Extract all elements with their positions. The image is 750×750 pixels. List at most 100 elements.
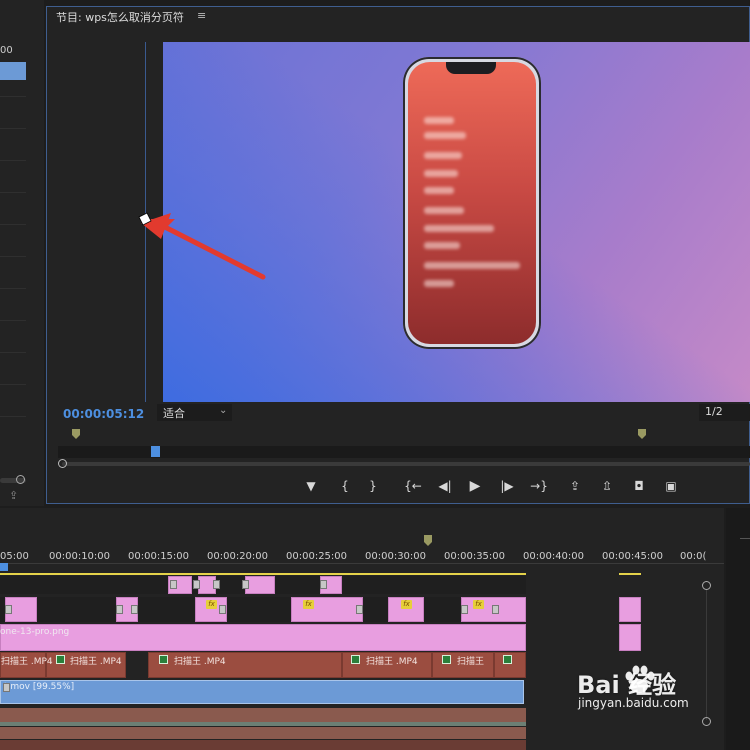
panel-zoom-handle[interactable] — [16, 475, 25, 484]
clip-fx-icon — [3, 683, 10, 692]
clip-fx-icon — [242, 580, 249, 589]
mark-out-button[interactable]: } — [364, 478, 382, 494]
clip-name: 扫描王 .MP4 — [70, 657, 122, 667]
clip-fx-icon — [5, 605, 12, 614]
clip-name: t.mov [99.55%] — [4, 682, 75, 692]
work-area-bar[interactable] — [619, 573, 641, 575]
ruler-label: 00:00:15:00 — [128, 551, 190, 562]
paw-icon — [625, 665, 655, 693]
row-divider — [0, 416, 26, 417]
vertical-scroll-handle[interactable] — [702, 581, 711, 590]
play-button[interactable]: ▶ — [466, 478, 484, 494]
monitor-time-ruler[interactable] — [58, 446, 750, 458]
blurred-text — [424, 117, 454, 124]
camera-icon: ◘ — [634, 479, 644, 493]
row-divider — [0, 224, 26, 225]
fx-badge-icon: fx — [206, 600, 217, 609]
watermark-url: jingyan.baidu.com — [578, 696, 689, 710]
program-monitor-title[interactable]: 节目: wps怎么取消分页符 — [56, 9, 184, 25]
vertical-scroll-handle[interactable] — [702, 717, 711, 726]
marker-icon[interactable] — [637, 428, 647, 440]
clip-fx-icon — [320, 580, 327, 589]
row-divider — [0, 320, 26, 321]
arrow-shaft — [154, 220, 266, 280]
mark-out-icon: } — [369, 479, 377, 493]
playhead[interactable] — [151, 446, 160, 457]
zoom-scrollbar-handle[interactable] — [58, 459, 67, 468]
clip-fx-icon — [219, 605, 226, 614]
lift-button[interactable]: ⇪ — [566, 478, 584, 494]
go-to-out-icon: →} — [530, 479, 548, 493]
clip-type-icon — [351, 655, 360, 664]
row-divider — [0, 256, 26, 257]
clip-type-icon — [56, 655, 65, 664]
play-icon: ▶ — [469, 478, 481, 494]
chevron-down-icon: ⌄ — [219, 405, 228, 416]
mov-clip[interactable] — [0, 680, 524, 704]
row-divider — [0, 288, 26, 289]
blurred-text — [424, 152, 462, 159]
phone-notch — [446, 62, 496, 74]
pink-clip[interactable] — [619, 597, 641, 622]
pink-clip[interactable] — [245, 576, 275, 594]
clip-fx-icon — [116, 605, 123, 614]
export-frame-button[interactable]: ◘ — [630, 478, 648, 494]
mark-in-button[interactable]: { — [336, 478, 354, 494]
pink-clip[interactable] — [291, 597, 363, 622]
audio-clip[interactable] — [0, 727, 526, 739]
clip-fx-icon — [492, 605, 499, 614]
audio-clip[interactable] — [0, 708, 526, 722]
go-to-out-button[interactable]: →} — [530, 478, 548, 494]
row-divider — [0, 160, 26, 161]
monitor-zoom-scrollbar[interactable] — [62, 462, 750, 466]
project-panel: 00 ⇪ — [0, 0, 44, 506]
ruler-label: 00:00:40:00 — [523, 551, 585, 562]
fx-badge-icon: fx — [303, 600, 314, 609]
work-area-bar[interactable] — [0, 573, 526, 575]
clip-fx-icon — [170, 580, 177, 589]
annotation-arrow-icon — [138, 212, 266, 280]
ruler-label: 05:00 — [0, 551, 29, 562]
add-marker-button[interactable]: ▼ — [302, 478, 320, 494]
marker-icon[interactable] — [71, 428, 81, 440]
timeline-playhead[interactable] — [0, 563, 8, 571]
selected-item-highlight[interactable] — [0, 62, 26, 80]
timeline-marker-icon[interactable] — [423, 534, 433, 547]
row-divider — [0, 128, 26, 129]
audio-clip[interactable] — [0, 722, 526, 726]
time-ruler-baseline — [0, 563, 724, 564]
comparison-view-button[interactable]: ▣ — [662, 478, 680, 494]
playback-resolution-select[interactable]: 1/2 — [699, 404, 750, 421]
clip-name: 扫描王 — [457, 657, 485, 667]
ruler-label: 00:00:25:00 — [286, 551, 348, 562]
clip-fx-icon — [131, 605, 138, 614]
step-back-button[interactable]: ◀| — [436, 478, 454, 494]
blurred-text — [424, 207, 464, 214]
ruler-label: 00:0( — [680, 551, 707, 562]
row-divider — [0, 352, 26, 353]
new-item-icon[interactable]: ⇪ — [9, 489, 18, 502]
step-back-icon: ◀| — [438, 479, 452, 493]
blurred-text — [424, 170, 458, 177]
clip-name: 扫描王 .MP4 — [1, 657, 53, 667]
blurred-text — [424, 242, 460, 249]
audio-meter-panel — [726, 508, 750, 750]
playhead-timecode[interactable]: 00:00:05:12 — [63, 407, 144, 421]
clip-type-icon — [159, 655, 168, 664]
ruler-label: 00:00:45:00 — [602, 551, 664, 562]
vertical-scrollbar[interactable] — [706, 590, 707, 720]
blurred-text — [424, 225, 494, 232]
ruler-label: 00:00:10:00 — [49, 551, 111, 562]
hamburger-icon[interactable]: ≡ — [197, 9, 206, 22]
clip-name: 扫描王 .MP4 — [174, 657, 226, 667]
phone-png-clip[interactable] — [0, 624, 526, 651]
clip-fx-icon — [356, 605, 363, 614]
pink-clip[interactable] — [619, 624, 641, 651]
marker-icon: ▼ — [306, 479, 316, 493]
row-divider — [0, 96, 26, 97]
step-forward-button[interactable]: |▶ — [498, 478, 516, 494]
go-to-in-button[interactable]: {← — [404, 478, 422, 494]
extract-button[interactable]: ⇫ — [598, 478, 616, 494]
audio-clip[interactable] — [0, 740, 526, 750]
go-to-in-icon: {← — [404, 479, 422, 493]
